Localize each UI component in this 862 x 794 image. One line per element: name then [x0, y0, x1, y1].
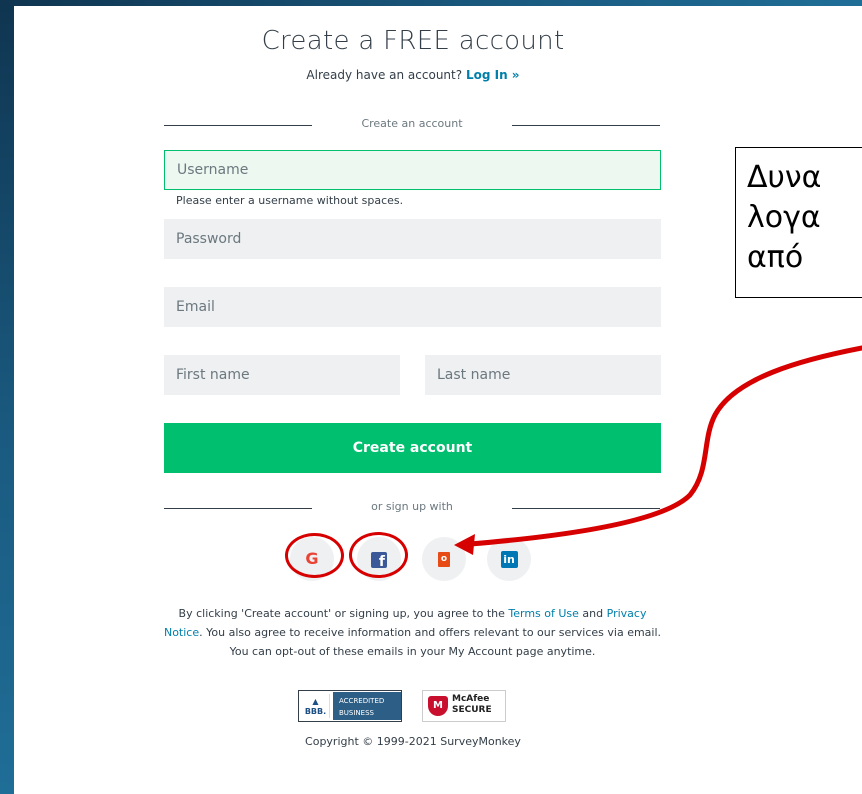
- terms-text: By clicking 'Create account' or signing …: [162, 604, 663, 661]
- annotation-line-1: Δυνα: [747, 160, 822, 195]
- bbb-line-1: ACCREDITED: [339, 697, 385, 705]
- mcafee-badge[interactable]: M McAfee SECURE: [422, 690, 506, 722]
- terms-text-part1: By clicking 'Create account' or signing …: [178, 607, 509, 620]
- mcafee-line-1: McAfee: [452, 694, 490, 704]
- copyright: Copyright © 1999-2021 SurveyMonkey: [305, 735, 521, 748]
- terms-of-use-link[interactable]: Terms of Use: [508, 607, 579, 620]
- terms-text-part3: . You also agree to receive information …: [199, 626, 662, 658]
- bbb-label: ACCREDITED BUSINESS: [333, 692, 401, 720]
- annotation-arrow: [454, 345, 862, 555]
- mcafee-line-2: SECURE: [452, 705, 492, 715]
- bbb-badge[interactable]: ▲ BBB. ACCREDITED BUSINESS: [298, 690, 402, 722]
- mcafee-label: McAfee SECURE: [452, 694, 492, 716]
- mcafee-shield-icon: M: [428, 696, 448, 716]
- annotation-line-2: λογα: [747, 200, 821, 235]
- terms-text-part2: and: [578, 607, 607, 620]
- bbb-line-2: BUSINESS: [339, 709, 374, 717]
- bbb-logo-icon: ▲ BBB.: [302, 694, 330, 718]
- annotation-callout: Δυνα λογα από: [735, 147, 862, 298]
- annotation-line-3: από: [747, 240, 804, 275]
- bbb-abbr: BBB.: [304, 707, 327, 716]
